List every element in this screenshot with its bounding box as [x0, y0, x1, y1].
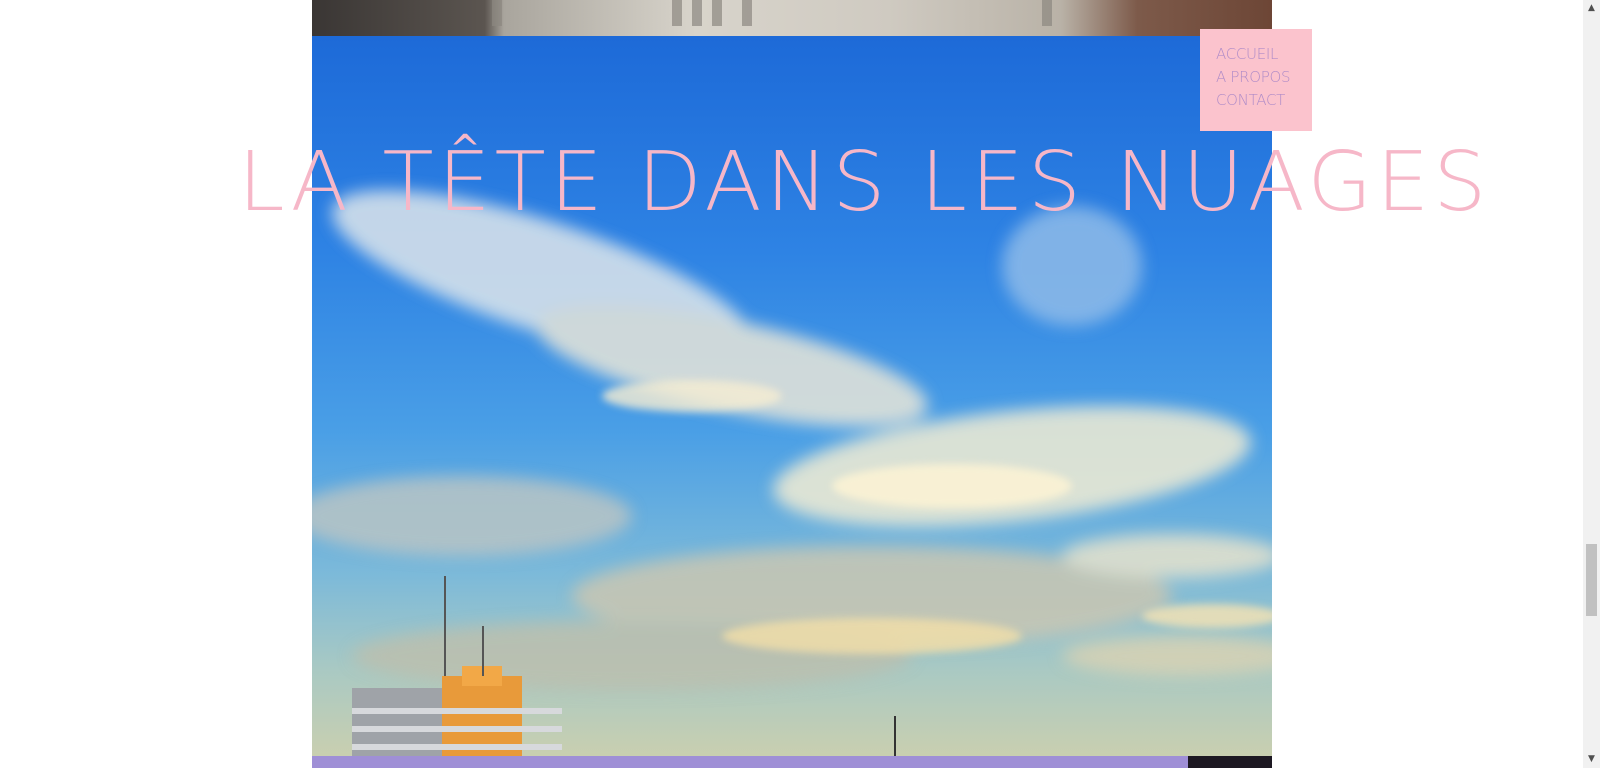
next-section-band: [312, 756, 1272, 768]
scroll-up-arrow-icon[interactable]: ▲: [1583, 0, 1600, 17]
menu-item-accueil[interactable]: ACCUEIL: [1216, 43, 1312, 66]
site-title: LA TÊTE DANS LES NUAGES: [238, 135, 1491, 230]
main-menu: ACCUEIL A PROPOS CONTACT: [1200, 29, 1312, 131]
menu-list: ACCUEIL A PROPOS CONTACT: [1200, 29, 1312, 112]
vertical-scrollbar[interactable]: ▲ ▼: [1583, 0, 1600, 768]
page: LA TÊTE DANS LES NUAGES ACCUEIL A PROPOS…: [0, 0, 1600, 768]
next-section-band-dark: [1188, 756, 1272, 768]
menu-item-contact[interactable]: CONTACT: [1216, 89, 1312, 112]
scroll-thumb[interactable]: [1586, 544, 1597, 616]
scroll-down-arrow-icon[interactable]: ▼: [1583, 751, 1600, 768]
menu-item-a-propos[interactable]: A PROPOS: [1216, 66, 1312, 89]
previous-photo: [312, 0, 1272, 36]
